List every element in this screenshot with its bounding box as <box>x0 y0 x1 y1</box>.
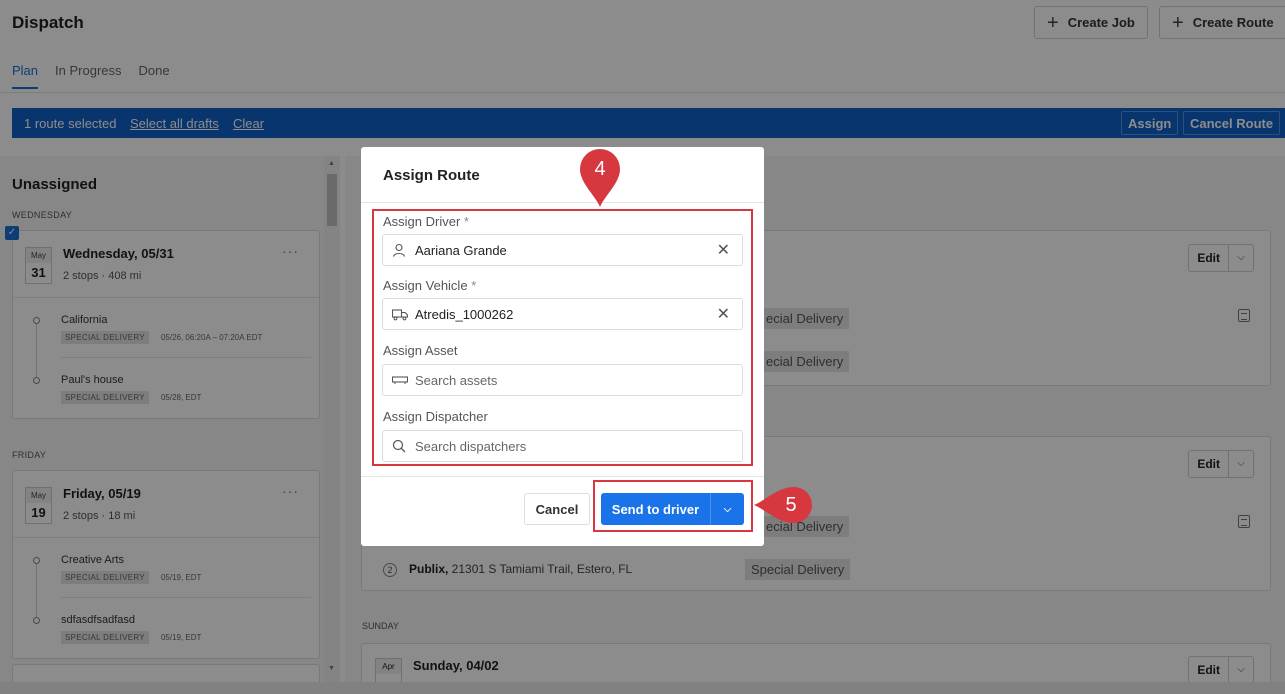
divider <box>361 202 764 203</box>
highlight-box-send <box>593 480 753 532</box>
divider <box>361 476 764 477</box>
callout-number: 5 <box>785 494 797 516</box>
callout-number: 4 <box>594 158 606 180</box>
cancel-button[interactable]: Cancel <box>524 493 590 525</box>
highlight-box-fields <box>372 209 753 466</box>
dialog-title: Assign Route <box>383 167 480 184</box>
